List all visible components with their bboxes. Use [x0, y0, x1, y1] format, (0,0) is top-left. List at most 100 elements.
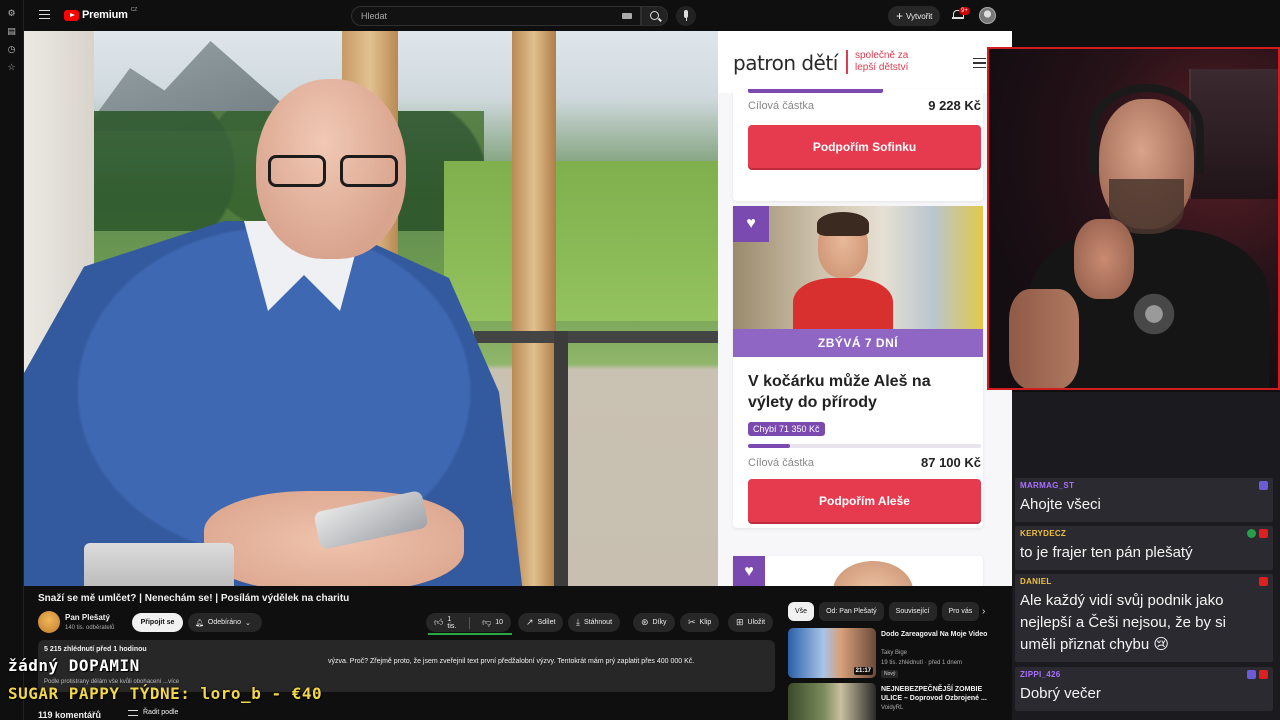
thumbs-down-icon: 👎︎ [482, 617, 492, 627]
video-player[interactable] [24, 31, 718, 586]
goal-label: Cílová částka [748, 100, 815, 112]
campaign-progress [748, 89, 883, 93]
save-button[interactable]: ⊞ Uložit [728, 613, 774, 632]
browser-sidebar: ⚙ ▤ ◷ ☆ [0, 0, 24, 720]
dislike-count: 10 [495, 619, 503, 626]
share-button[interactable]: ↗ Sdílet [518, 613, 564, 632]
subscribed-button[interactable]: 🔔︎ Odebíráno ⌄ [188, 613, 262, 632]
keyboard-icon[interactable] [622, 13, 632, 19]
video-field [444, 161, 718, 321]
sort-icon [128, 709, 138, 716]
chip-from-channel[interactable]: Od: Pan Plešatý [819, 602, 884, 621]
video-thumbnail: 21:17 [788, 628, 876, 678]
related-video-title: NEJNEBEZPEČNĚJŠÍ ZOMBIE ULICE – Doprovod… [881, 686, 987, 702]
create-button[interactable]: + Vytvořit [888, 6, 940, 26]
patron-tagline-2: lepší dětství [855, 62, 909, 73]
youtube-badge-icon [1259, 670, 1268, 679]
youtube-topbar: Premium CZ Hledat + Vytvořit 9+ [24, 0, 1012, 31]
search-icon [650, 11, 659, 20]
sort-button[interactable]: Řadit podle [128, 709, 178, 716]
thanks-label: Díky [652, 619, 667, 626]
logo-text: Premium [82, 9, 128, 21]
history-icon[interactable]: ◷ [7, 44, 17, 54]
menu-icon[interactable] [39, 10, 50, 19]
dislike-button[interactable]: 👎︎ 10 [474, 613, 511, 632]
mic-icon[interactable] [676, 6, 696, 26]
support-ales-button: Podpořím Aleše [748, 479, 981, 522]
support-sofinka-button: Podpořím Sofinku [748, 125, 981, 168]
related-filter-chips: Vše Od: Pan Plešatý Související Pro vás [788, 602, 980, 621]
like-dislike-group: 👍︎ 1 tis. 👎︎ 10 [426, 613, 511, 632]
comment-count: 119 komentářů [38, 710, 102, 720]
chip-related[interactable]: Související [888, 602, 937, 621]
related-channel: Taky Bige [881, 650, 908, 656]
chat-text: Dobrý večer [1020, 685, 1101, 702]
patron-menu-icon [973, 58, 986, 68]
kid-shirt [793, 278, 893, 329]
chevron-down-icon: ⌄ [244, 619, 251, 627]
save-label: Uložit [747, 619, 766, 626]
like-count: 1 tis. [447, 615, 457, 630]
chat-username: ZIPPI_426 [1020, 670, 1061, 679]
chat-message: KERYDECZ to je frajer ten pán plešatý [1015, 526, 1273, 570]
channel-avatar[interactable] [38, 611, 60, 633]
thanks-button[interactable]: ⊛ Díky [633, 613, 675, 632]
chevron-right-icon[interactable]: › [982, 606, 985, 617]
video-railing [474, 331, 718, 343]
days-left-banner: ZBÝVÁ 7 DNÍ [733, 329, 983, 357]
chat-text: Ahojte všeci [1020, 496, 1101, 513]
chat-badges [1247, 670, 1268, 679]
search-button[interactable] [641, 6, 668, 26]
chat-username: DANIEL [1020, 577, 1052, 586]
chat-text: Ale každý vidí svůj podnik jako nejlepší… [1020, 592, 1226, 653]
video-railing-post [554, 331, 568, 586]
notification-badge: 9+ [959, 7, 970, 15]
heart-icon: ♥ [733, 206, 769, 242]
avatar[interactable] [979, 7, 996, 24]
headphones-icon [1089, 84, 1204, 174]
youtube-badge-icon [1259, 577, 1268, 586]
thumbs-up-icon: 👍︎ [434, 617, 444, 627]
patron-header: patron dětí společně za lepší dětství [718, 31, 1012, 93]
channel-name[interactable]: Pan Plešatý [65, 613, 110, 622]
patron-tagline: společně za lepší dětství [855, 50, 908, 74]
share-icon: ↗ [526, 617, 534, 627]
save-icon: ⊞ [736, 617, 744, 627]
related-video[interactable]: 21:17 Dodo Zareagoval Na Moje Video Taky… [788, 628, 998, 680]
campaign-card-next: ♥ [733, 556, 983, 586]
star-icon[interactable]: ☆ [7, 62, 17, 72]
youtube-logo[interactable]: Premium CZ [64, 7, 137, 21]
subscribed-label: Odebíráno [207, 619, 241, 626]
campaign-progress-fill [748, 444, 790, 448]
join-button[interactable]: Připojit se [132, 613, 183, 632]
create-label: Vytvořit [906, 11, 933, 21]
clip-button[interactable]: ✂ Klip [680, 613, 720, 632]
campaign-card-ales: ♥ ZBÝVÁ 7 DNÍ V kočárku může Aleš na výl… [733, 206, 983, 528]
video-duration: 21:17 [853, 667, 873, 675]
bookmark-icon[interactable]: ▤ [7, 26, 17, 36]
video-laptop [84, 543, 234, 586]
related-video[interactable]: NEJNEBEZPEČNĚJŠÍ ZOMBIE ULICE – Doprovod… [788, 683, 998, 720]
gear-icon[interactable]: ⚙ [7, 8, 17, 18]
scissors-icon: ✂ [688, 617, 696, 627]
subscriber-count: 140 tis. odběratelů [65, 625, 115, 631]
chat-badges [1247, 529, 1268, 538]
download-label: Stáhnout [583, 619, 613, 626]
campaign-progress-track [748, 444, 981, 448]
like-button[interactable]: 👍︎ 1 tis. [426, 613, 465, 632]
download-button[interactable]: ⤓ Stáhnout [568, 613, 621, 632]
search-input[interactable]: Hledat [351, 6, 641, 26]
chip-for-you[interactable]: Pro vás [941, 602, 980, 621]
related-views: 19 tis. zhlédnutí · před 1 dnem [881, 660, 963, 666]
campaign-photo: ♥ [733, 206, 983, 329]
share-label: Sdílet [537, 619, 556, 626]
patron-webpage: patron dětí společně za lepší dětství Cí… [718, 31, 1012, 586]
video-thumbnail [788, 683, 876, 720]
search-placeholder: Hledat [361, 11, 388, 21]
chat-message: ZIPPI_426 Dobrý večer [1015, 667, 1273, 711]
chat-badges [1259, 481, 1268, 490]
kid-face [833, 561, 913, 586]
thanks-icon: ⊛ [641, 617, 649, 627]
chip-all[interactable]: Vše [788, 602, 815, 621]
kid-hair [817, 212, 869, 236]
